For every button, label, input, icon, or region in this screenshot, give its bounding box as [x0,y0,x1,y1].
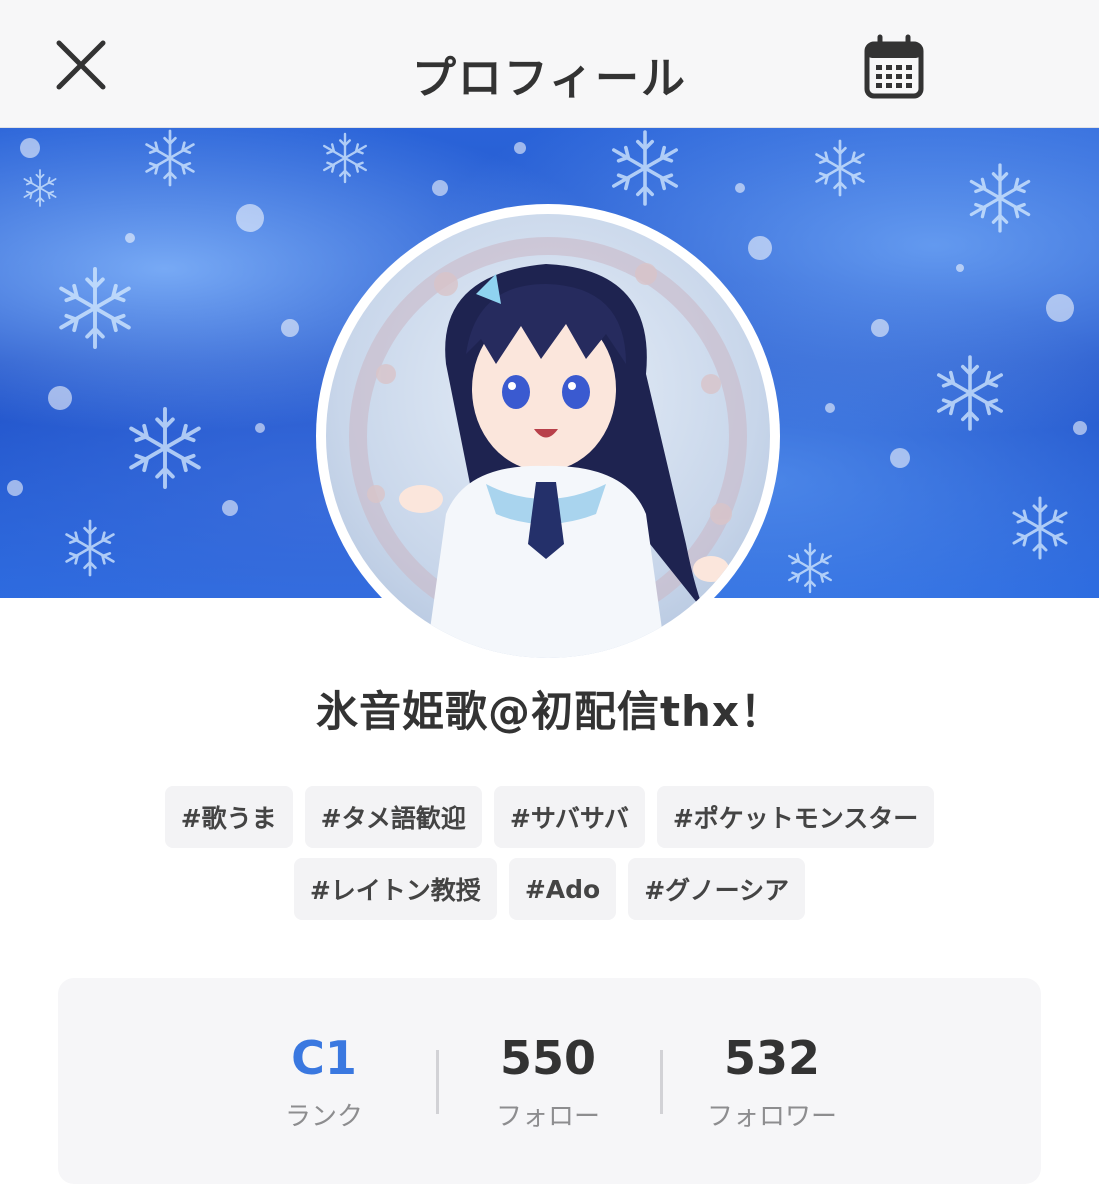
follow-stat[interactable]: 550 フォロー [448,1030,648,1133]
stat-divider [436,1050,439,1114]
avatar[interactable] [326,214,770,658]
header-bar: プロフィール [0,0,1099,128]
follower-count: 532 [723,1031,821,1085]
tag-chip[interactable]: #グノーシア [628,858,806,920]
rank-label: ランク [284,1102,363,1132]
follow-label: フォロー [495,1102,600,1132]
follower-stat[interactable]: 532 フォロワー [672,1030,872,1133]
calendar-button[interactable] [860,32,928,102]
page-title: プロフィール [411,53,688,104]
tag-chip[interactable]: #ポケットモンスター [656,786,935,848]
stats-panel: C1 ランク 550 フォロー 532 フォロワー [58,978,1041,1184]
rank-value: C1 [291,1031,357,1085]
calendar-icon [864,34,924,99]
tag-list-row-2: #レイトン教授 #Ado #グノーシア [0,858,1099,920]
stat-divider [660,1050,663,1114]
tag-chip[interactable]: #サバサバ [493,786,645,848]
rank-stat[interactable]: C1 ランク [224,1030,424,1133]
tag-chip[interactable]: #Ado [508,858,617,920]
follow-count: 550 [499,1031,597,1085]
profile-page: プロフィール 氷音姫歌@初配信thx！ #歌うま #タメ語歓迎 #サバサバ #ポ… [0,0,1099,1200]
tag-list-row-1: #歌うま #タメ語歓迎 #サバサバ #ポケットモンスター [0,786,1099,848]
profile-name: 氷音姫歌@初配信thx！ [315,687,784,736]
avatar-illustration [349,237,747,658]
tag-chip[interactable]: #歌うま [164,786,293,848]
tag-chip[interactable]: #レイトン教授 [293,858,497,920]
avatar-frame [316,204,780,668]
tag-chip[interactable]: #タメ語歓迎 [304,786,482,848]
follower-label: フォロワー [706,1102,837,1132]
